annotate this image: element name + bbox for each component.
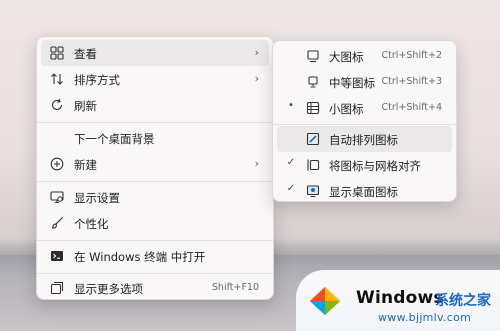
- menu-item-refresh[interactable]: 刷新: [41, 92, 269, 118]
- more-options-icon: [49, 280, 65, 296]
- align-grid-icon: [305, 157, 321, 173]
- menu-item-label: 在 Windows 终端 中打开: [74, 250, 206, 264]
- menu-item-label: 下一个桌面背景: [74, 132, 155, 146]
- submenu-item-show-desktop-icons[interactable]: ✓ 显示桌面图标: [277, 178, 452, 204]
- windows-logo-icon: [310, 287, 340, 315]
- submenu-item-auto-arrange[interactable]: 自动排列图标: [277, 126, 452, 152]
- menu-item-new[interactable]: 新建 ›: [41, 151, 269, 177]
- refresh-icon: [49, 97, 65, 113]
- show-desktop-icon: [305, 183, 321, 199]
- menu-item-label: 查看: [74, 47, 97, 61]
- chevron-right-icon: ›: [254, 72, 259, 85]
- shortcut-label: Shift+F10: [211, 282, 259, 293]
- submenu-item-label: 大图标: [329, 50, 364, 64]
- watermark-url: www.bjjmlv.com: [378, 311, 472, 324]
- plus-circle-icon: [49, 156, 65, 172]
- menu-item-view[interactable]: 查看 ›: [41, 40, 269, 66]
- chevron-right-icon: ›: [254, 157, 259, 170]
- view-grid-icon: [49, 45, 65, 61]
- small-icon-list-icon: [305, 100, 321, 116]
- menu-divider: [273, 124, 456, 125]
- selection-mark: •: [288, 100, 294, 111]
- terminal-icon: [49, 248, 65, 264]
- submenu-item-label: 显示桌面图标: [329, 185, 398, 199]
- submenu-item-label: 中等图标: [329, 76, 375, 90]
- watermark-brand: Windows: [356, 288, 444, 308]
- shortcut-label: Ctrl+Shift+4: [381, 102, 442, 113]
- watermark-subtitle: 系统之家: [435, 293, 491, 309]
- submenu-item-align-to-grid[interactable]: ✓ 将图标与网格对齐: [277, 152, 452, 178]
- medium-icon-monitor-icon: [305, 74, 321, 90]
- auto-arrange-icon: [305, 131, 321, 147]
- menu-item-next-background[interactable]: 下一个桌面背景: [41, 125, 269, 151]
- menu-item-sort-by[interactable]: 排序方式 ›: [41, 66, 269, 92]
- large-icon-monitor-icon: [305, 48, 321, 64]
- check-icon: ✓: [286, 183, 296, 194]
- submenu-item-label: 自动排列图标: [329, 133, 398, 147]
- menu-divider: [37, 181, 273, 182]
- menu-item-personalize[interactable]: 个性化: [41, 210, 269, 236]
- menu-item-label: 刷新: [74, 99, 97, 113]
- menu-item-open-in-terminal[interactable]: 在 Windows 终端 中打开: [41, 243, 269, 269]
- brush-icon: [49, 215, 65, 231]
- view-submenu: 大图标 Ctrl+Shift+2 中等图标 Ctrl+Shift+3 • 小图标…: [272, 40, 457, 202]
- menu-item-label: 个性化: [74, 217, 109, 231]
- check-icon: ✓: [286, 157, 296, 168]
- shortcut-label: Ctrl+Shift+3: [381, 76, 442, 87]
- desktop-context-menu: 查看 › 排序方式 › 刷新 下一个桌面背景 新建 › 显示设置 个性化 在 W…: [36, 36, 274, 300]
- menu-item-label: 显示设置: [74, 191, 120, 205]
- menu-item-show-more-options[interactable]: 显示更多选项 Shift+F10: [41, 275, 269, 301]
- chevron-right-icon: ›: [254, 46, 259, 59]
- submenu-item-medium-icons[interactable]: 中等图标 Ctrl+Shift+3: [277, 69, 452, 95]
- menu-item-label: 显示更多选项: [74, 282, 143, 296]
- display-settings-icon: [49, 189, 65, 205]
- menu-item-label: 新建: [74, 158, 97, 172]
- submenu-item-label: 将图标与网格对齐: [329, 159, 421, 173]
- menu-divider: [37, 240, 273, 241]
- shortcut-label: Ctrl+Shift+2: [381, 50, 442, 61]
- menu-divider: [37, 122, 273, 123]
- menu-item-display-settings[interactable]: 显示设置: [41, 184, 269, 210]
- submenu-item-small-icons[interactable]: • 小图标 Ctrl+Shift+4: [277, 95, 452, 121]
- watermark-badge: Windows 系统之家 www.bjjmlv.com: [296, 270, 500, 331]
- sort-arrows-icon: [49, 71, 65, 87]
- submenu-item-large-icons[interactable]: 大图标 Ctrl+Shift+2: [277, 43, 452, 69]
- submenu-item-label: 小图标: [329, 102, 364, 116]
- menu-divider: [37, 273, 273, 274]
- menu-item-label: 排序方式: [74, 73, 120, 87]
